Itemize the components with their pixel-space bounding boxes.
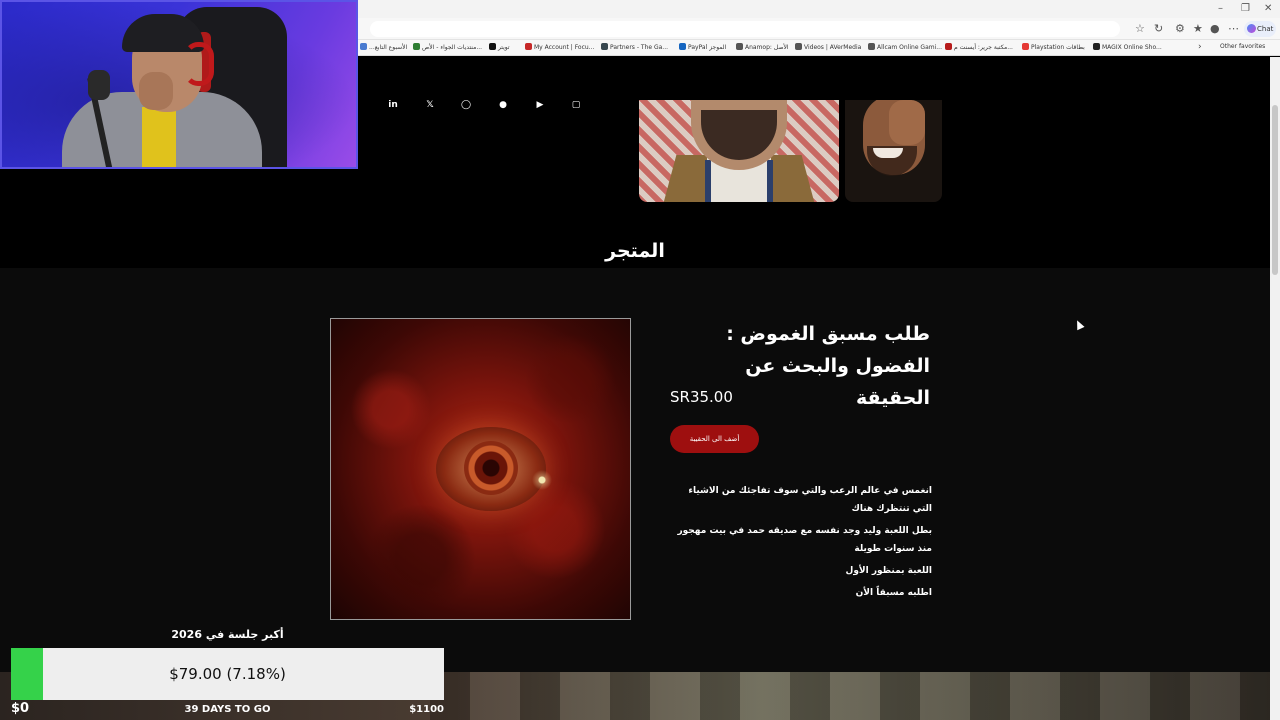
bookmark-item[interactable]: ...الأسبوع التابع	[360, 43, 407, 53]
extensions-icon[interactable]: ⚙	[1175, 22, 1185, 36]
store-heading: المتجر	[605, 240, 665, 262]
bookmark-item[interactable]: Allcam Online Gami...	[868, 43, 942, 53]
bookmark-icon	[1022, 43, 1029, 50]
bookmark-icon	[601, 43, 608, 50]
bookmark-item[interactable]: منتديات الجواء - الأص...	[413, 43, 482, 53]
refresh-icon[interactable]: ↻	[1154, 22, 1163, 36]
bookmark-icon	[736, 43, 743, 50]
x-icon[interactable]: 𝕏	[422, 98, 438, 112]
bookmark-icon	[868, 43, 875, 50]
bookmark-label: منتديات الجواء - الأص...	[422, 44, 483, 51]
copilot-chat-button[interactable]: Chat	[1244, 21, 1276, 37]
product-price: SR35.00	[670, 388, 733, 406]
scroll-thumb[interactable]	[1272, 105, 1278, 275]
screen: – ❐ ✕ ☆ ↻ ⚙ ★ ● ⋯ Chat ...الأسبوع التابع…	[0, 0, 1280, 720]
more-icon[interactable]: ⋯	[1228, 22, 1239, 36]
other-favorites[interactable]: Other favorites	[1220, 43, 1265, 50]
restore-icon[interactable]: ❐	[1241, 3, 1250, 14]
bookmark-item[interactable]: Anamop: الأصل	[736, 43, 789, 53]
bookmark-label: تويتر	[498, 44, 510, 51]
chat-label: Chat	[1257, 25, 1274, 33]
product-description-line: اطلبه مسبقاً الأن	[855, 588, 932, 598]
bookmark-label: PayPal الموجز	[688, 44, 727, 51]
bookmark-item[interactable]: مكتبة جرير: أيسنت م...	[945, 43, 1013, 53]
bookmark-label: MAGIX Online Sho...	[1102, 44, 1162, 51]
bookmark-label: Playstation بطاقات	[1031, 44, 1085, 51]
bookmark-icon	[1093, 43, 1100, 50]
goal-days-remaining: 39 DAYS TO GO	[184, 704, 271, 715]
minimize-icon[interactable]: –	[1218, 3, 1223, 14]
goal-max-label: $1100	[409, 704, 444, 715]
bookmark-label: Allcam Online Gami...	[877, 44, 942, 51]
address-bar[interactable]	[370, 21, 1120, 37]
bookmark-icon	[945, 43, 952, 50]
snapchat-icon[interactable]: ●	[495, 98, 511, 112]
linkedin-icon[interactable]: in	[385, 98, 401, 112]
bookmark-icon	[360, 43, 367, 50]
twitch-icon[interactable]: ▢	[568, 98, 584, 112]
favorite-star-icon[interactable]: ☆	[1135, 22, 1145, 36]
bookmark-icon	[489, 43, 496, 50]
bookmark-item[interactable]: Videos | AVerMedia	[795, 43, 861, 53]
bookmark-label: مكتبة جرير: أيسنت م...	[954, 44, 1013, 51]
goal-progress-bar: $79.00 (7.18%)	[11, 648, 444, 700]
copilot-icon	[1247, 24, 1256, 33]
youtube-icon[interactable]: ▶	[532, 98, 548, 112]
product-image[interactable]	[330, 318, 631, 620]
goal-amount: $79.00 (7.18%)	[169, 665, 286, 683]
team-photo-2	[845, 100, 942, 202]
bookmark-icon	[795, 43, 802, 50]
bookmark-icon	[679, 43, 686, 50]
bookmark-item[interactable]: Playstation بطاقات	[1022, 43, 1085, 53]
product-description-line: بطل اللعبة وليد وجد نفسه مع صديقه حمد في…	[677, 526, 932, 554]
product-description-line: انغمس في عالم الرعب والتي سوف تفاجئك من …	[688, 486, 932, 514]
bookmark-item[interactable]: MAGIX Online Sho...	[1093, 43, 1162, 53]
bookmark-label: Videos | AVerMedia	[804, 44, 862, 51]
close-icon[interactable]: ✕	[1264, 3, 1272, 14]
bookmark-icon	[413, 43, 420, 50]
webcam-overlay	[0, 0, 358, 169]
goal-title: أكبر جلسة في 2026	[171, 628, 284, 641]
profile-icon[interactable]: ●	[1210, 22, 1220, 36]
chevron-right-icon[interactable]: ›	[1198, 42, 1202, 52]
bookmark-item[interactable]: تويتر	[489, 43, 510, 53]
team-photo-1	[639, 100, 839, 202]
bookmark-label: My Account | Focu...	[534, 44, 595, 51]
bookmark-label: Anamop: الأصل	[745, 44, 789, 51]
bookmark-item[interactable]: My Account | Focu...	[525, 43, 594, 53]
instagram-icon[interactable]: ◯	[458, 98, 474, 112]
bookmark-label: Partners - The Ga...	[610, 44, 669, 51]
bookmark-item[interactable]: PayPal الموجز	[679, 43, 726, 53]
product-description-line: اللعبة بمنظور الأول	[845, 566, 932, 576]
bookmark-icon	[525, 43, 532, 50]
bookmark-item[interactable]: Partners - The Ga...	[601, 43, 668, 53]
favorites-icon[interactable]: ★	[1193, 22, 1203, 36]
bookmark-label: ...الأسبوع التابع	[369, 44, 408, 51]
add-to-cart-button[interactable]: أضف الى الحقيبة	[670, 425, 759, 453]
page-scrollbar[interactable]	[1270, 57, 1280, 720]
